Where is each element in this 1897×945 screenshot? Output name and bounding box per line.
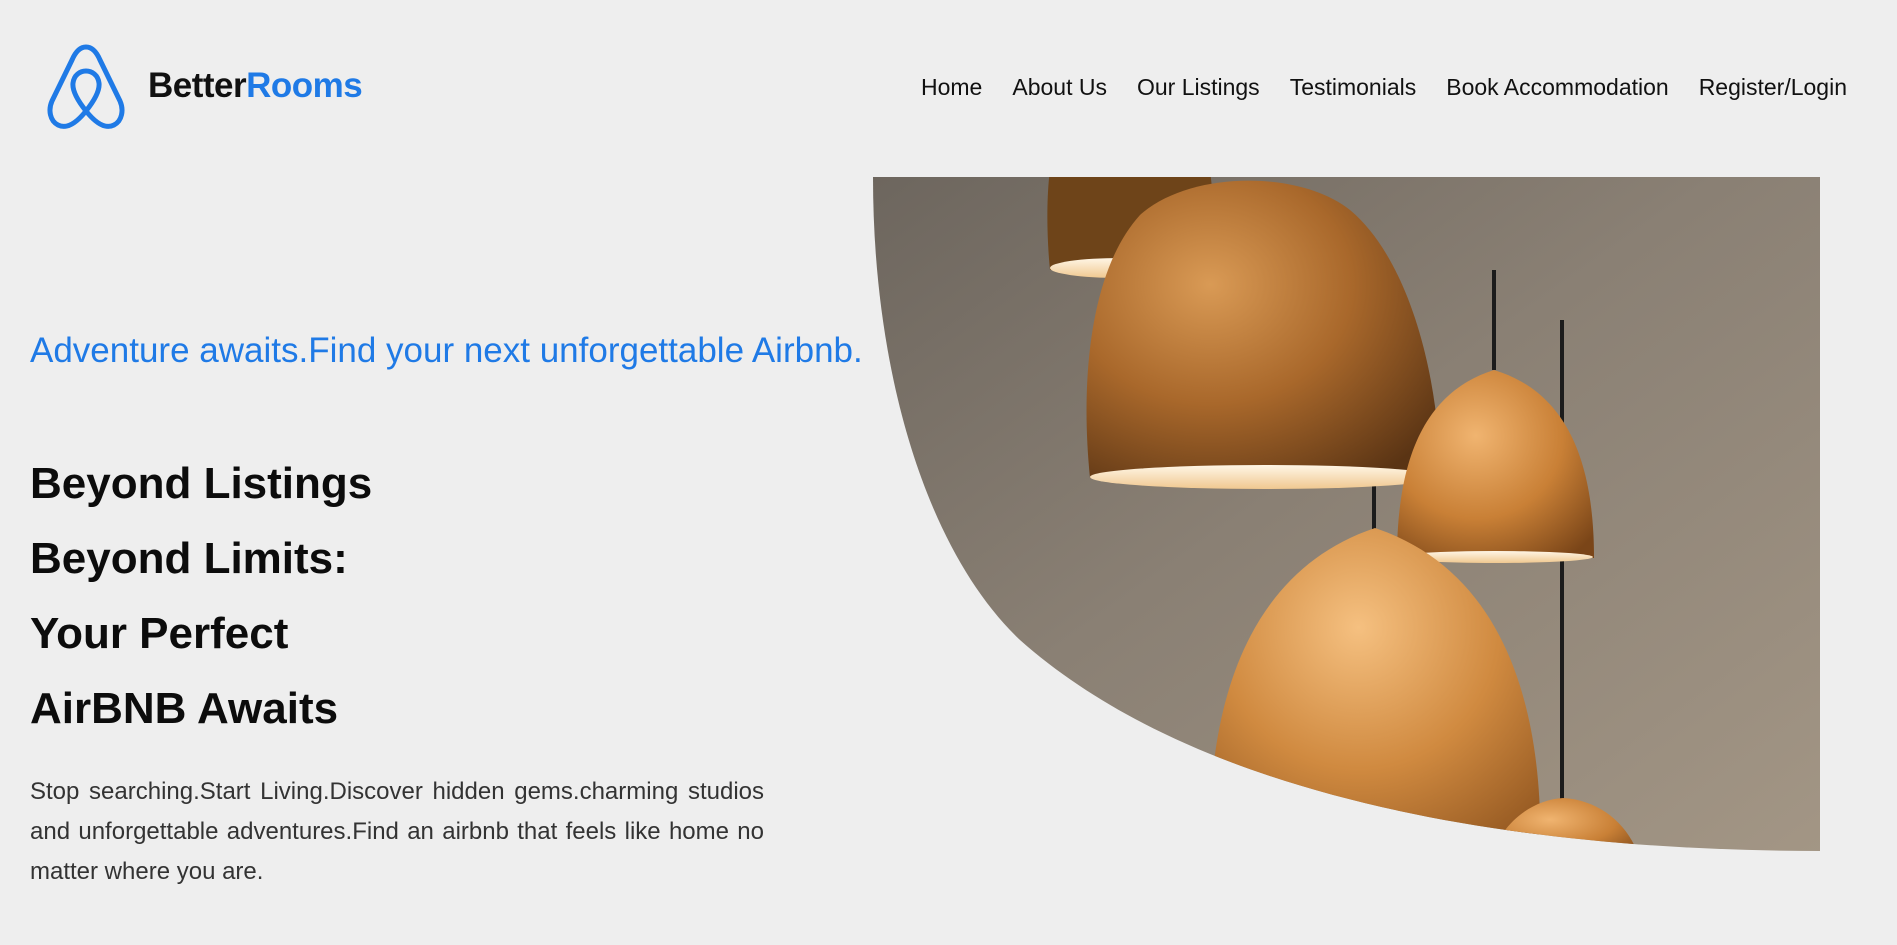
main-nav: Home About Us Our Listings Testimonials …: [921, 74, 1847, 101]
brand-logo[interactable]: BetterRooms: [46, 43, 363, 129]
nav-testimonials-link[interactable]: Testimonials: [1290, 74, 1417, 101]
headline-line-4: AirBNB Awaits: [30, 684, 339, 733]
nav-home-link[interactable]: Home: [921, 74, 982, 101]
nav-about-us-link[interactable]: About Us: [1012, 74, 1107, 101]
nav-book-accommodation-link[interactable]: Book Accommodation: [1446, 74, 1668, 101]
nav-our-listings-link[interactable]: Our Listings: [1137, 74, 1260, 101]
hero-tagline: Adventure awaits.Find your next unforget…: [30, 331, 863, 370]
brand-name: BetterRooms: [148, 66, 363, 106]
brand-name-part1: Better: [148, 66, 247, 105]
airbnb-style-loop-icon: [47, 44, 125, 129]
brand-name-part2: Rooms: [246, 66, 363, 105]
nav-register-login-link[interactable]: Register/Login: [1699, 74, 1847, 101]
hero-description: Stop searching.Start Living.Discover hid…: [30, 778, 764, 885]
headline-line-2: Beyond Limits:: [30, 534, 348, 583]
hero-headline: Beyond Listings Beyond Limits: Your Perf…: [30, 446, 372, 746]
headline-line-3: Your Perfect: [30, 609, 289, 658]
landing-page: BetterRooms Home About Us Our Listings T…: [0, 0, 1897, 945]
lamp-photo: [873, 177, 1820, 851]
headline-line-1: Beyond Listings: [30, 459, 373, 508]
